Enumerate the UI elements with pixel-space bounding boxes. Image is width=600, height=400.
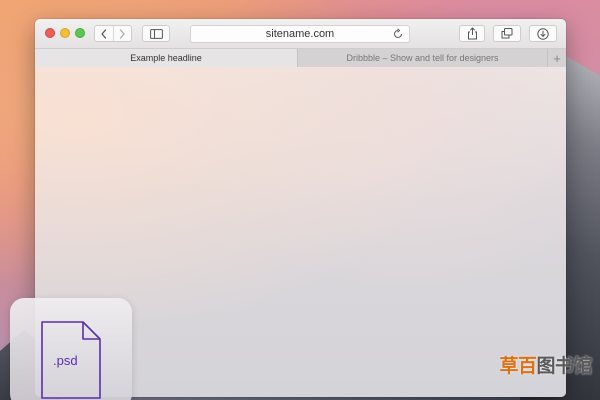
tab-dribbble[interactable]: Dribbble – Show and tell for designers: [298, 49, 548, 67]
forward-button[interactable]: [112, 26, 132, 41]
share-icon: [467, 27, 477, 40]
sidebar-button[interactable]: [142, 25, 170, 42]
chevron-left-icon: [101, 28, 106, 39]
watermark-text-part1: 草百: [499, 355, 537, 377]
maximize-button[interactable]: [75, 28, 85, 38]
tabs-overview-button[interactable]: [493, 25, 521, 42]
url-text: sitename.com: [265, 28, 335, 40]
tab-bar: Example headline Dribbble – Show and tel…: [35, 49, 566, 68]
tab-label: Example headline: [130, 53, 202, 63]
chevron-right-icon: [120, 28, 125, 39]
watermark: 草百图书馆: [499, 351, 592, 378]
tab-example-headline[interactable]: Example headline: [35, 49, 298, 67]
downloads-button[interactable]: [529, 25, 557, 42]
back-button[interactable]: [95, 26, 113, 41]
download-icon: [537, 27, 549, 40]
navigation-buttons: [94, 25, 132, 42]
plus-icon: +: [553, 50, 561, 66]
tabs-overview-icon: [501, 28, 513, 39]
new-tab-button[interactable]: +: [548, 49, 566, 67]
desktop: sitename.com Example headline Dribbble –…: [0, 0, 600, 400]
address-bar[interactable]: sitename.com: [190, 25, 410, 43]
sidebar-icon: [149, 28, 163, 39]
tab-label: Dribbble – Show and tell for designers: [346, 53, 499, 63]
file-extension-label: .psd: [53, 353, 78, 368]
watermark-text-part2: 图书馆: [536, 355, 592, 377]
psd-file-icon-tile[interactable]: .psd: [10, 298, 132, 400]
reload-icon[interactable]: [392, 28, 404, 40]
browser-toolbar: sitename.com: [35, 19, 566, 49]
close-button[interactable]: [45, 28, 55, 38]
minimize-button[interactable]: [60, 28, 70, 38]
share-button[interactable]: [459, 25, 485, 42]
